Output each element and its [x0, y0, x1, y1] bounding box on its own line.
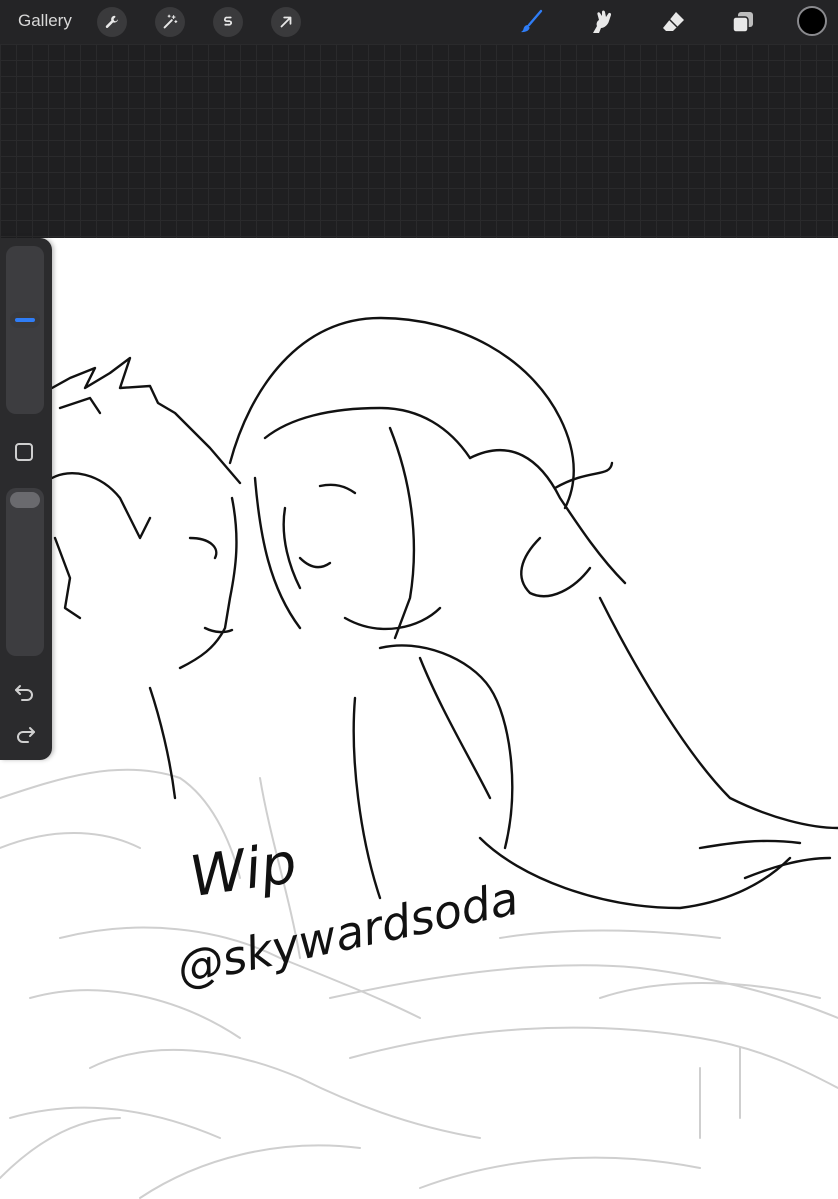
brush-size-knob[interactable]: [10, 312, 40, 328]
arrow-cursor-icon[interactable]: [271, 7, 301, 37]
opacity-slider[interactable]: [6, 488, 44, 656]
brush-size-slider[interactable]: [6, 246, 44, 414]
drawing-canvas[interactable]: Wip @skywardsoda: [0, 238, 838, 1199]
color-picker-swatch[interactable]: [797, 6, 827, 36]
square-icon[interactable]: [15, 443, 33, 461]
magic-wand-icon[interactable]: [155, 7, 185, 37]
smudge-icon[interactable]: [586, 6, 618, 38]
brush-icon[interactable]: [516, 6, 548, 38]
top-toolbar: Gallery: [0, 0, 838, 44]
left-sidebar: [0, 238, 52, 760]
gallery-button[interactable]: Gallery: [18, 11, 72, 31]
layers-icon[interactable]: [727, 6, 759, 38]
line-art-sketch: [0, 316, 838, 1199]
undo-icon[interactable]: [12, 680, 38, 704]
wrench-icon[interactable]: [97, 7, 127, 37]
opacity-knob[interactable]: [10, 492, 40, 508]
canvas-background-grid: [0, 44, 838, 238]
selection-s-icon[interactable]: [213, 7, 243, 37]
eraser-icon[interactable]: [657, 6, 689, 38]
redo-icon[interactable]: [12, 722, 38, 746]
